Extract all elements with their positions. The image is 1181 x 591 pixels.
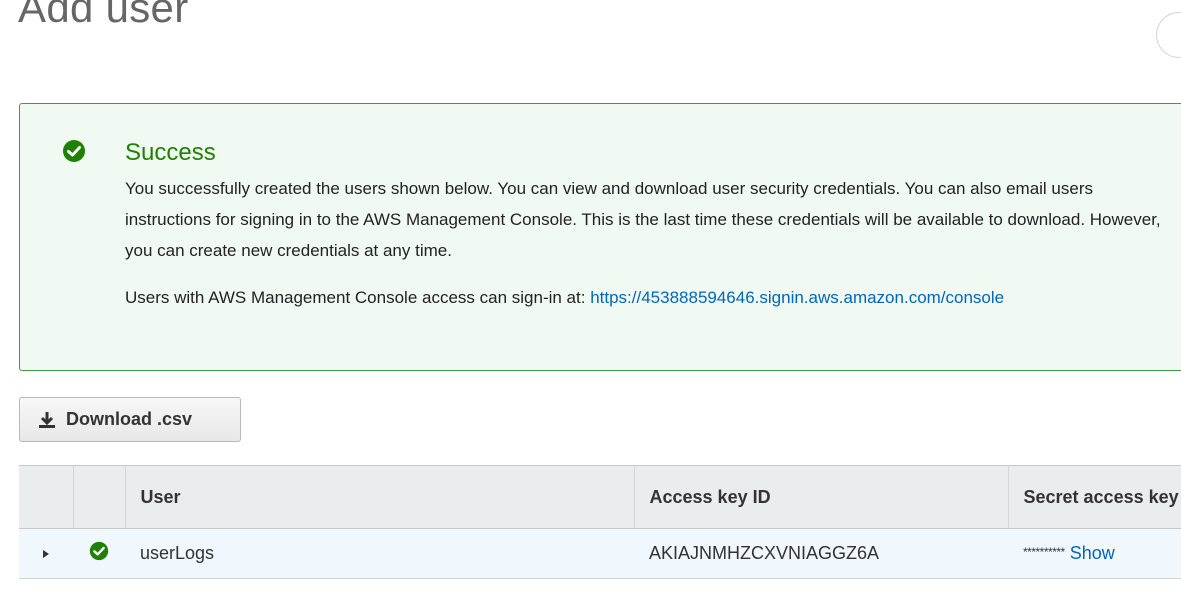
column-header-status xyxy=(73,465,126,529)
caret-right-icon xyxy=(43,550,49,558)
download-icon xyxy=(39,411,55,428)
users-table: User Access key ID Secret access key use… xyxy=(19,465,1181,579)
column-header-access-key-id[interactable]: Access key ID xyxy=(634,465,1009,529)
check-circle-icon xyxy=(89,541,109,561)
page-title: Add user xyxy=(18,0,189,31)
check-circle-icon xyxy=(63,140,85,162)
access-key-id-cell: AKIAJNMHZCXVNIAGGZ6A xyxy=(634,528,1008,579)
column-header-secret-access-key[interactable]: Secret access key xyxy=(1008,465,1181,529)
signin-info: Users with AWS Management Console access… xyxy=(125,288,1004,308)
users-table-container: User Access key ID Secret access key use… xyxy=(19,465,1181,579)
download-csv-button[interactable]: Download .csv xyxy=(19,397,241,442)
secret-access-key-cell: ********** Show xyxy=(1008,528,1181,579)
download-csv-label: Download .csv xyxy=(66,409,193,429)
help-button[interactable] xyxy=(1156,12,1181,58)
secret-masked-value: ********** xyxy=(1023,545,1065,559)
success-message: You successfully created the users shown… xyxy=(125,173,1181,266)
column-header-expand xyxy=(19,465,74,529)
row-status-cell xyxy=(73,528,125,579)
table-row: userLogs AKIAJNMHZCXVNIAGGZ6A **********… xyxy=(19,528,1181,579)
show-secret-link[interactable]: Show xyxy=(1070,543,1115,563)
table-header-row: User Access key ID Secret access key xyxy=(19,465,1181,529)
signin-url-link[interactable]: https://453888594646.signin.aws.amazon.c… xyxy=(590,288,1004,307)
success-message-line: instructions for signing in to the AWS M… xyxy=(125,210,1161,229)
user-name-cell: userLogs xyxy=(125,528,634,579)
expand-row-toggle[interactable] xyxy=(19,528,73,579)
success-title: Success xyxy=(125,139,216,166)
signin-prefix: Users with AWS Management Console access… xyxy=(125,288,591,307)
add-user-page: Add user Success You successfully create… xyxy=(0,0,1181,591)
success-message-line: you can create new credentials at any ti… xyxy=(125,241,452,260)
success-message-line: You successfully created the users shown… xyxy=(125,179,1094,198)
column-header-user[interactable]: User xyxy=(125,465,635,529)
